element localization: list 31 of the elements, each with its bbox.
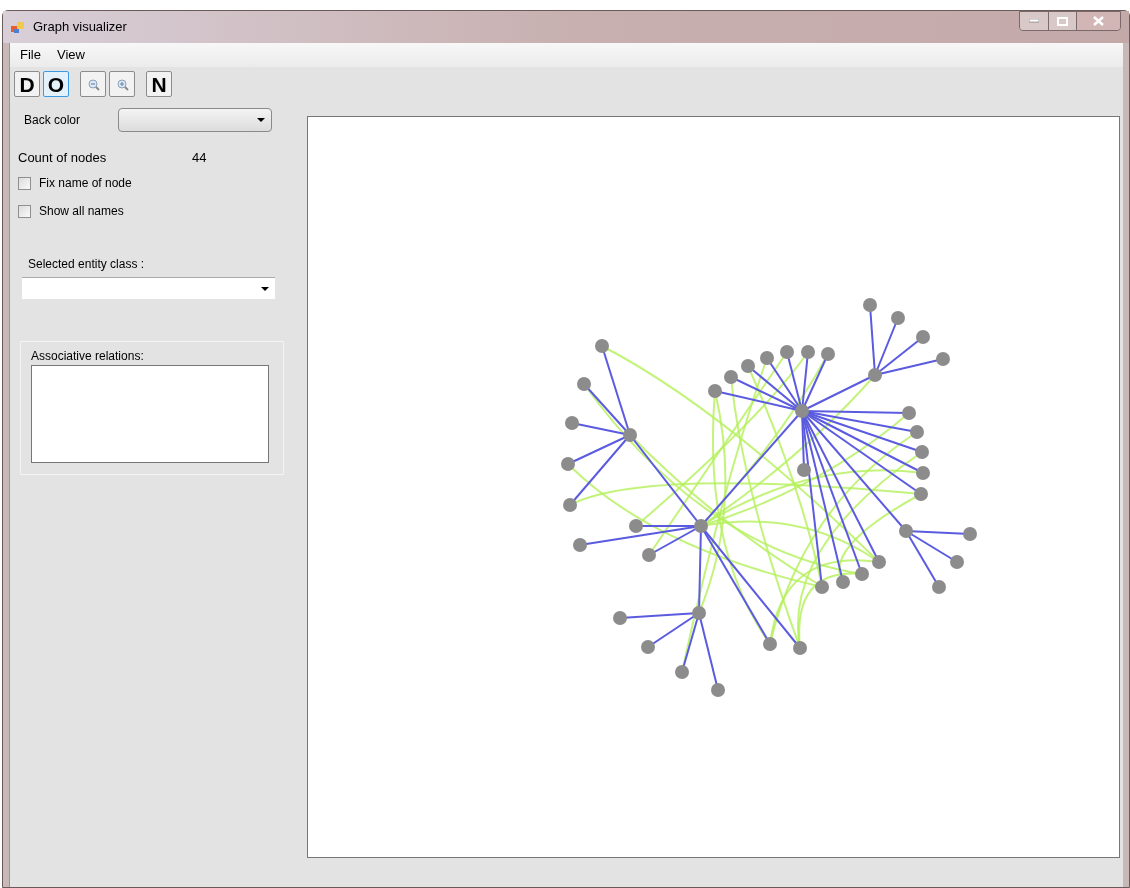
checkbox-label: Fix name of node (39, 175, 132, 192)
maximize-icon (1057, 16, 1068, 26)
app-icon (11, 20, 25, 34)
checkbox[interactable] (18, 204, 31, 218)
dropdown-arrow-icon (257, 118, 265, 122)
toolbar-button[interactable]: D (14, 71, 40, 97)
toolbar-button[interactable]: N (146, 71, 172, 97)
entity-class-dropdown[interactable] (22, 277, 275, 299)
menu-item[interactable]: File (14, 45, 47, 65)
window-title: Graph visualizer (33, 18, 127, 37)
associative-relations-label: Associative relations: (31, 348, 145, 365)
associative-relations-list[interactable] (31, 365, 269, 463)
close-icon (1093, 16, 1104, 26)
maximize-button[interactable] (1048, 12, 1076, 30)
count-of-nodes-label: Count of nodes (18, 149, 108, 168)
count-of-nodes-value: 44 (192, 149, 207, 168)
toolbar-button[interactable]: O (43, 71, 69, 97)
selected-entity-class-label: Selected entity class : (28, 256, 146, 273)
graph-nodes[interactable] (561, 298, 977, 697)
back-color-dropdown[interactable] (118, 108, 272, 132)
zoom-in-button[interactable] (109, 71, 135, 97)
zoom-out-icon (86, 77, 100, 91)
checkbox[interactable] (18, 176, 31, 190)
minimize-icon (1029, 19, 1039, 23)
dropdown-arrow-icon (261, 286, 269, 291)
zoom-in-icon (115, 77, 129, 91)
zoom-out-button[interactable] (80, 71, 106, 97)
menu-item[interactable]: View (50, 45, 91, 65)
checkbox-label: Show all names (39, 203, 124, 220)
back-color-label: Back color (24, 112, 82, 129)
close-button[interactable] (1076, 12, 1120, 30)
